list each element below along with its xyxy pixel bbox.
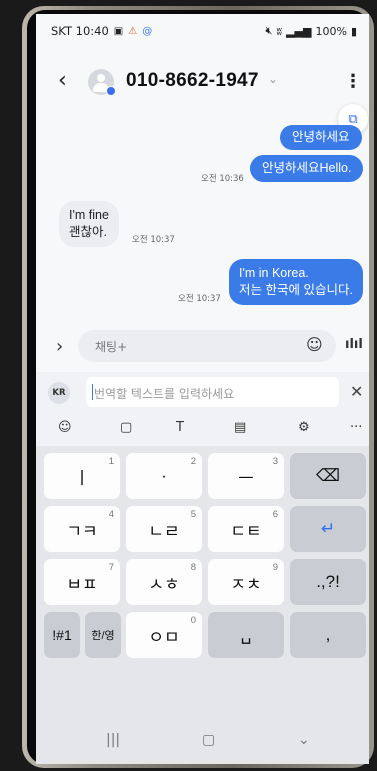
navigation-bar: ||| ▢ ⌄ bbox=[36, 718, 369, 764]
message-time: 오전 10:37 bbox=[132, 235, 175, 245]
gallery-notification-icon: ▣ bbox=[113, 25, 124, 37]
key-eu[interactable]: 3 ㅡ bbox=[208, 453, 284, 499]
warning-notification-icon: ⚠ bbox=[128, 25, 138, 37]
conversation-header: ‹ 010-8662-1947 ⌄ ⋮ bbox=[36, 66, 369, 106]
battery-icon: ▮ bbox=[350, 24, 357, 38]
status-bar: SKT 10:40 ▣ ⚠ @ 🔇︎ ʬ ▂▄▆ 100% ▮ bbox=[36, 14, 369, 50]
message-time: 오전 10:37 bbox=[178, 294, 221, 304]
key-nr[interactable]: 5 ㄴㄹ bbox=[126, 506, 202, 552]
chat-input[interactable]: 채팅+ ☺ bbox=[78, 330, 336, 362]
translate-bar: KR 번역할 텍스트를 입력하세요 ✕ bbox=[36, 372, 369, 412]
mention-notification-icon: @ bbox=[142, 25, 153, 37]
key-i[interactable]: 1 ㅣ bbox=[44, 453, 120, 499]
key-bp[interactable]: 7 ㅂㅍ bbox=[44, 559, 120, 605]
notes-icon[interactable]: ▤ bbox=[234, 420, 246, 435]
key-jch[interactable]: 9 ㅈㅊ bbox=[208, 559, 284, 605]
enter-icon: ↵ bbox=[320, 519, 336, 538]
language-badge[interactable]: KR bbox=[48, 382, 70, 404]
signal-icon: ▂▄▆ bbox=[286, 24, 312, 38]
space-key[interactable]: ␣ bbox=[208, 612, 284, 658]
keyboard-toolbar: ☺ ▢ T ▤ ⚙ ··· bbox=[36, 412, 369, 446]
settings-icon[interactable]: ⚙ bbox=[298, 420, 310, 435]
more-icon[interactable]: ··· bbox=[350, 420, 362, 435]
battery-level: 100% bbox=[315, 24, 347, 38]
enter-key[interactable]: ↵ bbox=[290, 506, 366, 552]
comma-key[interactable]: , bbox=[290, 612, 366, 658]
more-options-button[interactable]: ⋮ bbox=[344, 71, 362, 92]
home-icon[interactable]: ▢ bbox=[202, 732, 215, 748]
screen: SKT 10:40 ▣ ⚠ @ 🔇︎ ʬ ▂▄▆ 100% ▮ ‹ 010-86… bbox=[36, 14, 369, 764]
back-button[interactable]: ‹ bbox=[58, 70, 67, 92]
symbols-key[interactable]: !#1 bbox=[44, 612, 80, 658]
chat-placeholder: 채팅+ bbox=[95, 340, 128, 354]
punctuation-key[interactable]: .,?! bbox=[290, 559, 366, 605]
text-cursor bbox=[92, 384, 93, 400]
key-sh[interactable]: 8 ㅅㅎ bbox=[126, 559, 202, 605]
backspace-icon: ⌫ bbox=[315, 466, 341, 485]
recent-apps-icon[interactable]: ||| bbox=[106, 732, 120, 748]
key-gk[interactable]: 4 ㄱㅋ bbox=[44, 506, 120, 552]
close-icon[interactable]: ✕ bbox=[350, 382, 363, 401]
key-dot[interactable]: 2 · bbox=[126, 453, 202, 499]
chevron-down-icon[interactable]: ⌄ bbox=[298, 732, 310, 748]
message-time: 오전 10:36 bbox=[201, 174, 244, 184]
message-bubble-out[interactable]: 안녕하세요 bbox=[280, 125, 362, 150]
online-badge bbox=[106, 86, 116, 96]
emoji-icon[interactable]: ☺ bbox=[306, 335, 323, 354]
voice-wave-icon[interactable]: ılıl bbox=[345, 337, 363, 352]
chevron-down-icon[interactable]: ⌄ bbox=[268, 72, 278, 86]
keyboard: 1 ㅣ 2 · 3 ㅡ ⌫ 4 ㄱㅋ 5 ㄴㄹ 6 ㄷㅌ ↵ 7 ㅂㅍ 8 ㅅㅎ… bbox=[36, 446, 369, 764]
contact-name[interactable]: 010-8662-1947 bbox=[126, 70, 259, 92]
mute-icon: 🔇︎ bbox=[265, 24, 273, 37]
message-bubble-out[interactable]: 안녕하세요Hello. bbox=[250, 155, 364, 182]
message-bubble-in[interactable]: I'm fine 괜찮아. bbox=[59, 201, 119, 247]
translate-input[interactable]: 번역할 텍스트를 입력하세요 bbox=[86, 377, 339, 407]
backspace-key[interactable]: ⌫ bbox=[290, 453, 366, 499]
space-icon: ␣ bbox=[240, 625, 252, 644]
message-bubble-out[interactable]: I'm in Korea. 저는 한국에 있습니다. bbox=[229, 259, 363, 305]
chevron-right-icon[interactable]: › bbox=[56, 336, 63, 357]
emoji-icon[interactable]: ☺ bbox=[58, 420, 72, 435]
key-dt[interactable]: 6 ㄷㅌ bbox=[208, 506, 284, 552]
text-style-icon[interactable]: T bbox=[176, 420, 184, 435]
translate-placeholder: 번역할 텍스트를 입력하세요 bbox=[94, 387, 235, 401]
avatar[interactable] bbox=[88, 69, 116, 96]
language-switch-key[interactable]: 한/영 bbox=[85, 612, 121, 658]
clipboard-icon[interactable]: ▢ bbox=[120, 420, 132, 435]
carrier-time: SKT 10:40 bbox=[51, 24, 109, 38]
key-om[interactable]: 0 ㅇㅁ bbox=[126, 612, 202, 658]
wifi-icon: ʬ bbox=[276, 24, 283, 38]
